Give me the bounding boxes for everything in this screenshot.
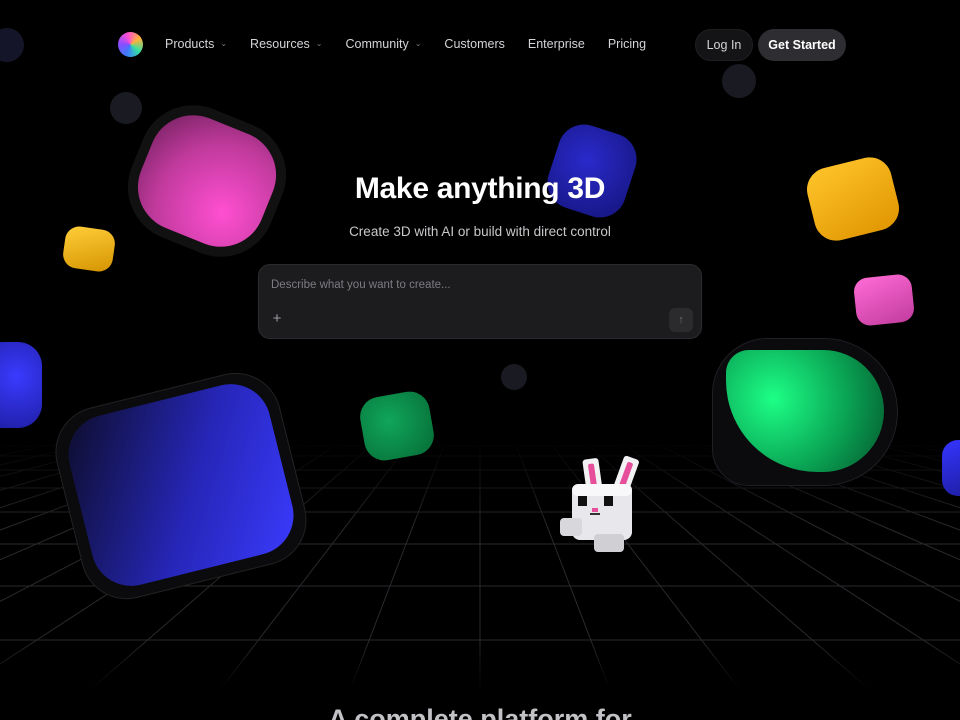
- section-heading: A complete platform for: [328, 704, 632, 720]
- nav-links: Products ⌄ Resources ⌄ Community ⌄ Customers En…: [165, 37, 669, 51]
- blue-3d-shape: [942, 440, 960, 496]
- nav-item-label: Customers: [444, 37, 505, 51]
- add-icon[interactable]: +: [269, 311, 285, 327]
- decorative-dot: [722, 64, 756, 98]
- prompt-box: + ↑: [258, 264, 702, 339]
- hero-title: Make anything 3D: [354, 172, 606, 205]
- chevron-down-icon: ⌄: [414, 38, 422, 48]
- prompt-input[interactable]: [271, 275, 691, 295]
- nav-item-enterprise[interactable]: Enterprise: [528, 37, 585, 51]
- nav-item-label: Resources: [250, 37, 310, 51]
- nav-item-label: Products: [165, 37, 215, 51]
- nav-item-community[interactable]: Community ⌄: [346, 37, 422, 51]
- get-started-button[interactable]: Get Started: [758, 29, 846, 61]
- nav-item-products[interactable]: Products ⌄: [165, 37, 227, 51]
- login-button[interactable]: Log In: [695, 29, 753, 61]
- arrow-up-icon: ↑: [678, 314, 684, 326]
- nav-item-label: Enterprise: [527, 37, 585, 51]
- nav-item-customers[interactable]: Customers: [444, 37, 504, 51]
- send-button[interactable]: ↑: [669, 308, 693, 332]
- top-navigation: Products ⌄ Resources ⌄ Community ⌄ Customers En…: [0, 28, 960, 62]
- decorative-dot: [110, 92, 142, 124]
- nav-item-label: Community: [345, 37, 409, 51]
- pink-3d-shape: [852, 273, 916, 327]
- nav-item-label: Pricing: [607, 37, 647, 51]
- decorative-dot: [501, 364, 527, 390]
- logo-icon[interactable]: [118, 32, 143, 57]
- navy-3d-shape: [540, 117, 644, 225]
- chevron-down-icon: ⌄: [315, 38, 323, 48]
- nav-item-resources[interactable]: Resources ⌄: [250, 37, 322, 51]
- nav-item-pricing[interactable]: Pricing: [608, 37, 646, 51]
- bunny-3d-model: [558, 455, 644, 556]
- blue-3d-shape: [0, 342, 42, 428]
- hero-subtitle: Create 3D with AI or build with direct c…: [349, 224, 611, 239]
- chevron-down-icon: ⌄: [220, 38, 228, 48]
